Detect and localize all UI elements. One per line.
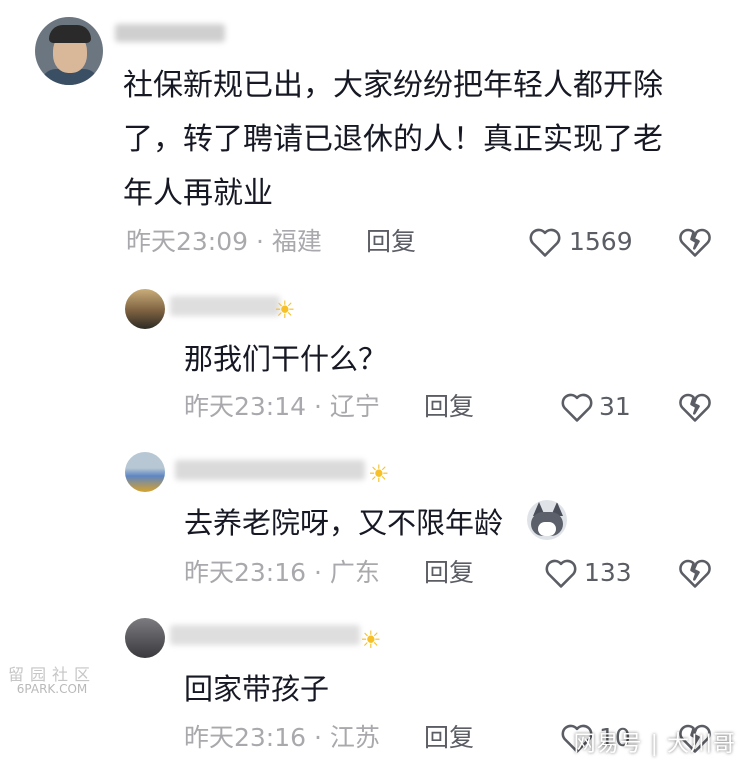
reply-button[interactable]: 回复 xyxy=(424,723,474,753)
reply-time: 昨天23:14 xyxy=(184,392,307,421)
sun-emoji-icon: ☀ xyxy=(274,296,296,324)
blurred-username xyxy=(115,24,225,42)
comment-text-line-2: 了，转了聘请已退休的人！真正实现了老 xyxy=(123,122,663,157)
reply-text: 去养老院呀，又不限年龄 xyxy=(184,506,504,540)
site-watermark: 留园社区 6PARK.COM xyxy=(8,665,97,697)
reply-time: 昨天23:16 xyxy=(184,723,307,752)
reply-text: 回家带孩子 xyxy=(184,672,330,706)
comment-text-line-3: 年人再就业 xyxy=(123,176,273,211)
broken-heart-icon[interactable] xyxy=(678,391,712,423)
reply-time: 昨天23:16 xyxy=(184,558,307,587)
reply-meta: 昨天23:14 · 辽宁 xyxy=(184,392,380,422)
meta-separator: · xyxy=(314,723,322,752)
reply-location: 广东 xyxy=(329,558,380,587)
blurred-username xyxy=(175,460,365,480)
meta-separator: · xyxy=(314,392,322,421)
reply-location: 辽宁 xyxy=(329,392,380,421)
like-count: 1569 xyxy=(569,227,633,256)
meta-separator: · xyxy=(314,558,322,587)
blurred-username xyxy=(170,296,280,316)
blurred-username xyxy=(170,625,360,645)
comment-text-line-1: 社保新规已出，大家纷纷把年轻人都开除 xyxy=(123,68,663,103)
broken-heart-icon[interactable] xyxy=(678,557,712,589)
husky-dog-emoji-icon xyxy=(527,500,567,540)
source-watermark: 网易号 | 大川哥 xyxy=(573,732,736,757)
comment-time: 昨天23:09 xyxy=(126,227,249,256)
like-count: 133 xyxy=(584,558,632,587)
reply-avatar[interactable] xyxy=(125,289,165,329)
comment-meta: 昨天23:09 · 福建 xyxy=(126,227,322,257)
reply-meta: 昨天23:16 · 广东 xyxy=(184,558,380,588)
watermark-en: 6PARK.COM xyxy=(16,682,88,696)
reply-location: 江苏 xyxy=(329,723,380,752)
broken-heart-icon[interactable] xyxy=(678,226,712,258)
heart-outline-icon[interactable] xyxy=(544,557,578,589)
watermark-cn: 留园社区 xyxy=(8,665,97,684)
reply-avatar[interactable] xyxy=(125,618,165,658)
meta-separator: · xyxy=(256,227,264,256)
reply-button[interactable]: 回复 xyxy=(366,227,416,257)
commenter-avatar[interactable] xyxy=(35,17,103,85)
avatar-hair xyxy=(49,25,91,43)
comment-location: 福建 xyxy=(271,227,322,256)
reply-text: 那我们干什么？ xyxy=(184,342,388,376)
sun-emoji-icon: ☀ xyxy=(368,460,390,488)
heart-outline-icon[interactable] xyxy=(560,391,594,423)
like-count: 31 xyxy=(599,392,631,421)
reply-button[interactable]: 回复 xyxy=(424,558,474,588)
reply-avatar[interactable] xyxy=(125,452,165,492)
heart-outline-icon[interactable] xyxy=(528,226,562,258)
reply-meta: 昨天23:16 · 江苏 xyxy=(184,723,380,753)
reply-button[interactable]: 回复 xyxy=(424,392,474,422)
sun-emoji-icon: ☀ xyxy=(360,626,382,654)
